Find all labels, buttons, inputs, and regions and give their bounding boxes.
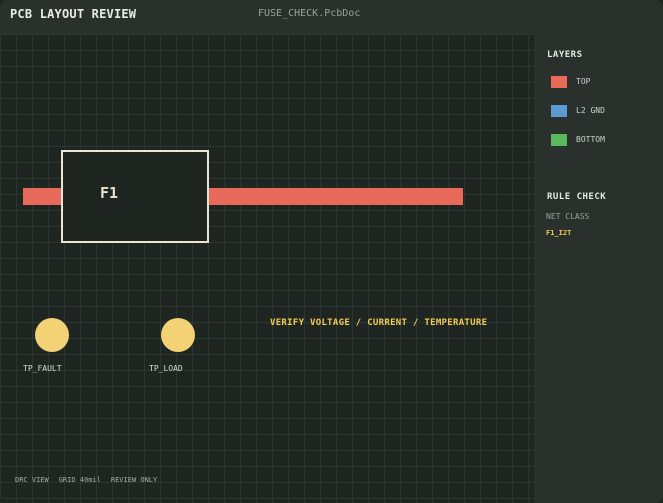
layer-label: BOTTOM	[576, 135, 605, 144]
document-name[interactable]: FUSE_CHECK.PcbDoc	[258, 8, 360, 19]
trace-right[interactable]	[205, 188, 463, 205]
test-point-label: TP_LOAD	[149, 364, 183, 373]
sidebar: LAYERS TOP L2 GND BOTTOM RULE CHECK NET …	[534, 34, 663, 503]
status-item: DRC VIEW	[15, 476, 49, 484]
layer-label: TOP	[576, 77, 591, 86]
layer-item-l2-gnd[interactable]: L2 GND	[551, 105, 663, 119]
status-item: REVIEW ONLY	[110, 476, 158, 484]
test-point-load[interactable]	[161, 318, 195, 352]
app-window: PCB LAYOUT REVIEW FUSE_CHECK.PcbDoc F1 T…	[0, 0, 663, 503]
layer-label: L2 GND	[576, 106, 605, 115]
app-title: PCB LAYOUT REVIEW	[10, 7, 137, 21]
fuse-component-outline[interactable]	[61, 150, 209, 243]
review-note: VERIFY VOLTAGE / CURRENT / TEMPERATURE	[270, 318, 488, 328]
component-designator: F1	[100, 184, 119, 202]
title-bar: PCB LAYOUT REVIEW FUSE_CHECK.PcbDoc	[0, 0, 663, 35]
layer-color-swatch	[551, 134, 567, 146]
layers-heading: LAYERS	[547, 50, 583, 60]
net-class-value: F1_I2T	[546, 229, 572, 237]
trace-left[interactable]	[23, 188, 63, 205]
net-class-label: NET CLASS	[546, 212, 590, 221]
layer-item-top[interactable]: TOP	[551, 76, 663, 90]
layer-item-bottom[interactable]: BOTTOM	[551, 134, 663, 148]
test-point-label: TP_FAULT	[23, 364, 62, 373]
pcb-canvas[interactable]: F1 TP_FAULT TP_LOAD VERIFY VOLTAGE / CUR…	[0, 34, 534, 503]
layer-color-swatch	[551, 76, 567, 88]
rule-check-heading: RULE CHECK	[547, 192, 607, 202]
status-bar: DRC VIEW GRID 40mil REVIEW ONLY	[15, 476, 167, 484]
status-item: GRID 40mil	[58, 476, 101, 484]
layer-color-swatch	[551, 105, 567, 117]
test-point-fault[interactable]	[35, 318, 69, 352]
